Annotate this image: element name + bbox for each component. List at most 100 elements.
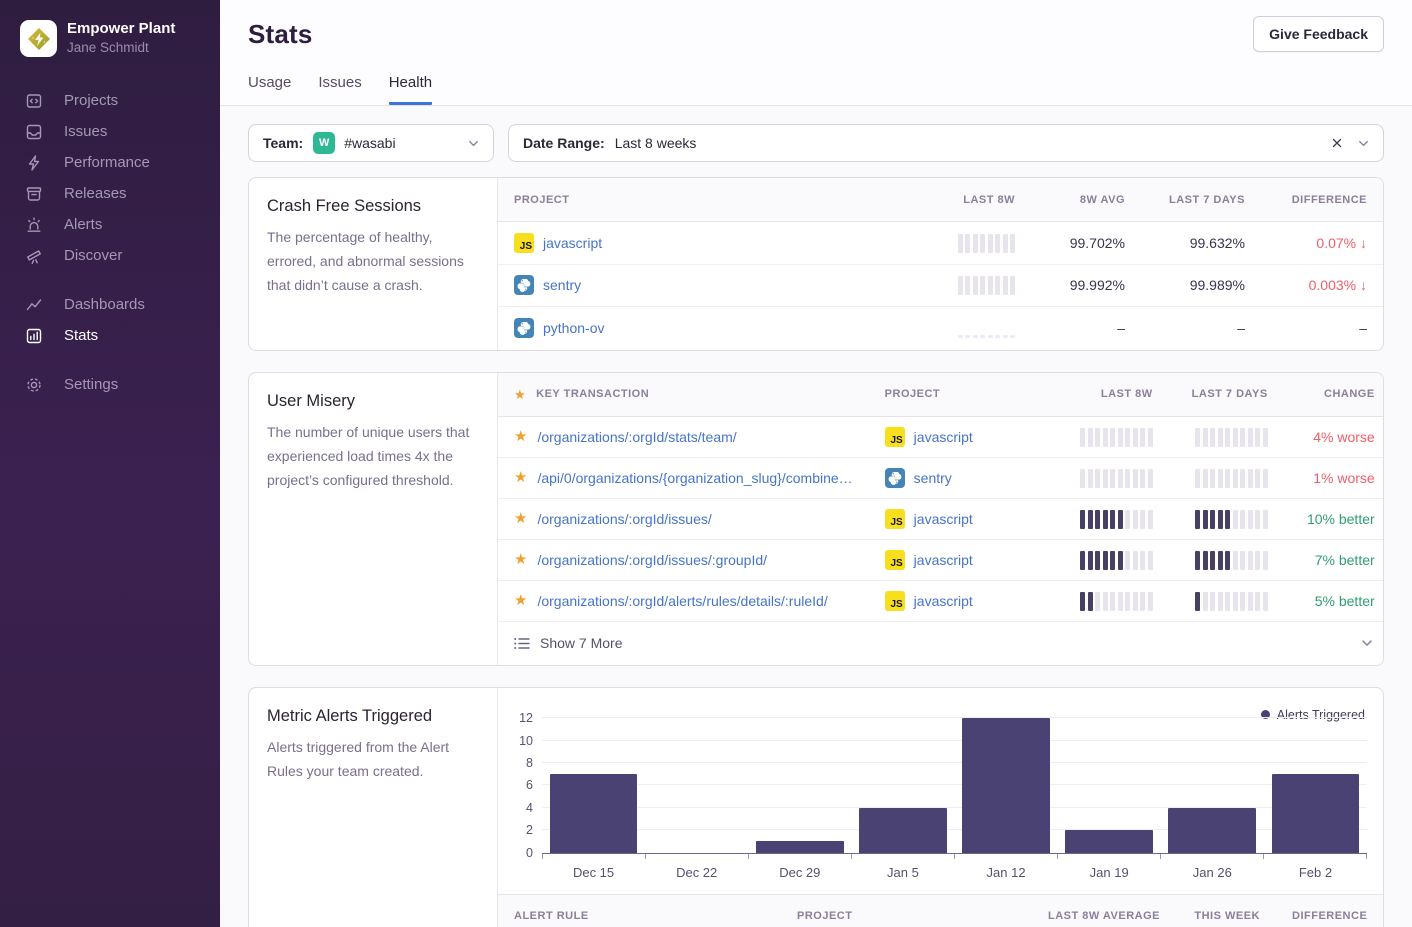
column-header: THIS WEEK: [1176, 910, 1276, 922]
last7-value: –: [1141, 320, 1261, 336]
sparkline-bar: [1140, 469, 1145, 488]
tab-health[interactable]: Health: [389, 74, 432, 105]
filter-bar: Team: W #wasabi Date Range: Last 8 weeks: [248, 124, 1384, 162]
issues-icon: [25, 123, 43, 141]
sparkline-bar: [980, 276, 985, 295]
column-header: DIFFERENCE: [1276, 910, 1383, 922]
sparkline-bar: [1210, 510, 1215, 529]
transaction-link[interactable]: /api/0/organizations/{organization_slug}…: [537, 470, 852, 486]
transaction-link[interactable]: /organizations/:orgId/stats/team/: [537, 429, 736, 445]
project-link[interactable]: sentry: [914, 470, 952, 486]
sidebar-item-projects[interactable]: Projects: [0, 85, 220, 116]
avg-value: 99.702%: [1031, 235, 1141, 251]
column-header: LAST 7 DAYS: [1141, 194, 1261, 206]
sidebar-item-label: Performance: [64, 154, 150, 171]
x-axis-tick: [646, 854, 749, 859]
sparkline-bar: [1110, 592, 1115, 611]
sparkline-bar: [1140, 551, 1145, 570]
change-value: 4% worse: [1284, 429, 1384, 445]
sidebar-item-performance[interactable]: Performance: [0, 147, 220, 178]
python-platform-icon: [514, 318, 534, 338]
sparkline-bar: [1225, 469, 1230, 488]
sparkline-bar: [1233, 510, 1238, 529]
sidebar-item-settings[interactable]: Settings: [0, 369, 220, 400]
panel-description: The percentage of healthy, errored, and …: [267, 225, 479, 297]
chart-bar[interactable]: [550, 774, 638, 852]
sparkline-bar: [1148, 592, 1153, 611]
sparkline-bar: [1203, 469, 1208, 488]
sparkline: [1080, 591, 1153, 611]
page-header: Stats Give Feedback Usage Issues Health: [220, 0, 1412, 106]
sparkline-bar: [973, 276, 978, 295]
tab-issues[interactable]: Issues: [318, 74, 361, 105]
sparkline: [958, 318, 1016, 338]
project-link[interactable]: javascript: [914, 593, 973, 609]
sparkline-bar: [1148, 428, 1153, 447]
sidebar-item-issues[interactable]: Issues: [0, 116, 220, 147]
metric-alerts-description: Metric Alerts Triggered Alerts triggered…: [249, 688, 498, 927]
last7-value: 99.989%: [1141, 277, 1261, 293]
javascript-platform-icon: JS: [514, 233, 534, 253]
table-header-row: PROJECT LAST 8W 8W AVG LAST 7 DAYS DIFFE…: [498, 178, 1383, 222]
chart-bar[interactable]: [962, 718, 1050, 852]
sidebar: Empower Plant Jane Schmidt Projects Issu…: [0, 0, 220, 927]
bar-chart-icon: [25, 327, 43, 345]
chart-bar[interactable]: [756, 841, 844, 852]
sparkline-bar: [1010, 335, 1015, 338]
sidebar-item-releases[interactable]: Releases: [0, 178, 220, 209]
transaction-link[interactable]: /organizations/:orgId/issues/:groupId/: [537, 552, 767, 568]
org-switcher[interactable]: Empower Plant Jane Schmidt: [20, 20, 202, 57]
chart-bar[interactable]: [1065, 830, 1153, 852]
chart-bar[interactable]: [859, 808, 947, 853]
transaction-link[interactable]: /organizations/:orgId/alerts/rules/detai…: [537, 593, 827, 609]
date-range-selector[interactable]: Date Range: Last 8 weeks: [508, 124, 1384, 162]
sparkline-bar: [1125, 469, 1130, 488]
nav-divider: [0, 271, 220, 289]
sidebar-item-dashboards[interactable]: Dashboards: [0, 289, 220, 320]
transaction-link[interactable]: /organizations/:orgId/issues/: [537, 511, 711, 527]
chart-bar[interactable]: [1272, 774, 1360, 852]
line-chart-icon: [25, 296, 43, 314]
table-row: sentry 99.992% 99.989% 0.003% ↓: [498, 265, 1383, 308]
project-link[interactable]: javascript: [914, 511, 973, 527]
gear-icon: [25, 376, 43, 394]
sparkline: [1195, 427, 1268, 447]
key-transaction-star-icon[interactable]: ★: [514, 429, 527, 444]
column-header: CHANGE: [1284, 388, 1384, 400]
sparkline-bar: [988, 276, 993, 295]
sparkline-bar: [1140, 592, 1145, 611]
project-link[interactable]: javascript: [914, 552, 973, 568]
x-axis-tick: [1161, 854, 1264, 859]
project-link[interactable]: sentry: [543, 277, 581, 293]
team-avatar: W: [313, 132, 335, 154]
telescope-icon: [25, 247, 43, 265]
sparkline-bar: [1125, 510, 1130, 529]
sparkline-bar: [1240, 469, 1245, 488]
key-transaction-star-icon[interactable]: ★: [514, 552, 527, 567]
sidebar-item-stats[interactable]: Stats: [0, 320, 220, 351]
project-link[interactable]: javascript: [543, 235, 602, 251]
sparkline-bar: [1210, 428, 1215, 447]
key-transaction-star-icon[interactable]: ★: [514, 511, 527, 526]
sidebar-item-alerts[interactable]: Alerts: [0, 209, 220, 240]
sparkline-bar: [1103, 469, 1108, 488]
show-more-button[interactable]: Show 7 More: [498, 622, 1384, 665]
chart-bar[interactable]: [1168, 808, 1256, 853]
sparkline-bar: [1103, 510, 1108, 529]
key-transaction-star-icon[interactable]: ★: [514, 593, 527, 608]
give-feedback-button[interactable]: Give Feedback: [1253, 16, 1384, 52]
sparkline-bar: [1118, 469, 1123, 488]
tab-usage[interactable]: Usage: [248, 74, 291, 105]
team-selector[interactable]: Team: W #wasabi: [248, 124, 494, 162]
siren-icon: [25, 216, 43, 234]
sparkline-bar: [1240, 510, 1245, 529]
project-link[interactable]: javascript: [914, 429, 973, 445]
sparkline-bar: [1080, 592, 1085, 611]
x-axis-label: Jan 5: [851, 865, 954, 880]
metric-alerts-panel: Metric Alerts Triggered Alerts triggered…: [248, 687, 1384, 927]
project-link[interactable]: python-ov: [543, 320, 604, 336]
column-header: ALERT RULE: [498, 910, 781, 922]
clear-icon[interactable]: [1330, 136, 1344, 150]
sidebar-item-discover[interactable]: Discover: [0, 240, 220, 271]
key-transaction-star-icon[interactable]: ★: [514, 470, 527, 485]
